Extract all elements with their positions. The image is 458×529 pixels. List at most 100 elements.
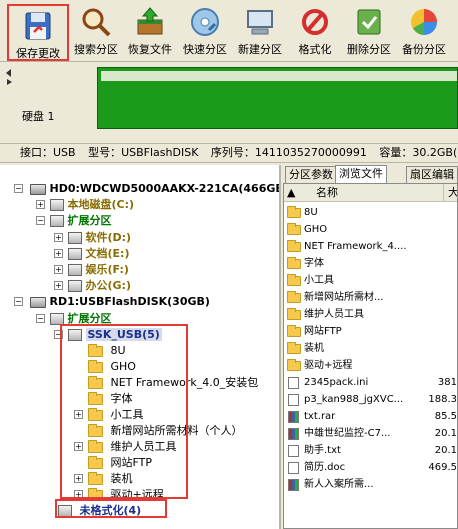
format-prohibit-icon [299, 6, 331, 38]
column-size[interactable]: 大 [443, 184, 457, 201]
tree-unformatted[interactable]: 未格式化(4) [58, 502, 141, 519]
file-row[interactable]: NET Framework_4.... [286, 238, 457, 255]
tab-browse-files[interactable]: 浏览文件 [335, 165, 387, 184]
file-name: p3_kan988_jgXVC... [304, 394, 404, 405]
expand-icon[interactable]: + [54, 281, 63, 290]
partition-icon [68, 248, 82, 260]
restore-box-icon [134, 6, 166, 38]
backup-partition-button[interactable]: 备份分区 [397, 2, 451, 60]
tree-folder[interactable]: + 小工具 [74, 406, 144, 423]
new-partition-button[interactable]: 新建分区 [233, 2, 287, 60]
tree-folder[interactable]: NET Framework_4.0_安装包 [88, 374, 258, 391]
folder-icon [88, 375, 103, 389]
tree-rd1[interactable]: − RD1:USBFlashDISK(30GB) [14, 293, 210, 310]
tree-g[interactable]: + 办公(G:) [54, 277, 131, 294]
file-row[interactable]: 网站FTP [286, 323, 457, 340]
file-row[interactable]: 简历.doc 469.5 [286, 459, 457, 476]
tree-extended-2[interactable]: − 扩展分区 [36, 310, 112, 327]
tree-ssk-usb[interactable]: − SSK_USB(5) [54, 326, 162, 343]
collapse-icon[interactable]: − [36, 314, 45, 323]
tree-local-c[interactable]: + 本地磁盘(C:) [36, 196, 135, 213]
folder-icon [287, 223, 301, 235]
file-row[interactable]: 新增网站所需材... [286, 289, 457, 306]
tree-folder[interactable]: 网站FTP [88, 454, 152, 471]
file-row[interactable]: GHO [286, 221, 457, 238]
file-row[interactable]: 字体 [286, 255, 457, 272]
hd0-label: HD0:WDCWD5000AAKX-221CA(466GB) [49, 182, 281, 195]
expand-icon[interactable]: + [54, 249, 63, 258]
tree-folder[interactable]: + 维护人员工具 [74, 438, 177, 455]
folder-icon [88, 439, 103, 453]
quick-partition-button[interactable]: 快速分区 [178, 2, 232, 60]
tree-hd0[interactable]: − HD0:WDCWD5000AAKX-221CA(466GB) [14, 180, 281, 197]
expand-icon[interactable]: + [74, 442, 83, 451]
g-label: 办公(G:) [85, 279, 131, 292]
file-size: 469.5 [428, 462, 457, 473]
column-name[interactable]: 名称 [316, 184, 338, 201]
unformatted-label: 未格式化(4) [79, 504, 142, 517]
local-c-label: 本地磁盘(C:) [67, 198, 135, 211]
tree-f[interactable]: + 娱乐(F:) [54, 261, 129, 278]
file-row[interactable]: 中雄世纪监控-C7... 20.1 [286, 425, 457, 442]
folder-icon [88, 487, 103, 501]
disk-info-line: 接口：USB 型号：USBFlashDISK 序列号：1411035270000… [0, 143, 458, 163]
file-icon [288, 377, 299, 389]
collapse-icon[interactable]: − [54, 330, 63, 339]
file-row[interactable]: 新人入案所需... [286, 476, 457, 493]
folder-label: 字体 [110, 392, 133, 405]
collapse-icon[interactable]: − [14, 297, 23, 306]
folder-icon [88, 471, 103, 485]
search-partition-button[interactable]: 搜索分区 [69, 2, 123, 60]
expand-icon[interactable]: + [74, 474, 83, 483]
tree-folder[interactable]: 新增网站所需材料（个人） [88, 422, 243, 439]
file-row[interactable]: 驱动+远程 [286, 357, 457, 374]
magnifier-icon [80, 6, 112, 38]
file-name: 网站FTP [304, 326, 342, 337]
tree-folder[interactable]: + 驱动+远程 [74, 486, 164, 503]
file-row[interactable]: 装机 [286, 340, 457, 357]
folder-icon [88, 391, 103, 405]
expand-icon[interactable]: + [74, 490, 83, 499]
format-label: 格式化 [298, 43, 332, 56]
tree-extended-1[interactable]: − 扩展分区 [36, 212, 112, 229]
tree-e[interactable]: + 文档(E:) [54, 245, 129, 262]
tree-d[interactable]: + 软件(D:) [54, 229, 132, 246]
save-changes-label: 保存更改 [16, 47, 60, 60]
new-partition-label: 新建分区 [238, 43, 282, 56]
tree-folder[interactable]: + 装机 [74, 470, 133, 487]
tab-sector-edit[interactable]: 扇区编辑 [406, 166, 458, 183]
folder-icon [287, 274, 301, 286]
file-row[interactable]: p3_kan988_jgXVC... 188.3 [286, 391, 457, 408]
file-row[interactable]: 小工具 [286, 272, 457, 289]
file-row[interactable]: 维护人员工具 [286, 306, 457, 323]
file-row[interactable]: 8U [286, 204, 457, 221]
collapse-icon[interactable]: − [14, 184, 23, 193]
tree-folder[interactable]: 字体 [88, 390, 133, 407]
disk-nav-arrows[interactable] [4, 67, 14, 87]
folder-label: NET Framework_4.0_安装包 [110, 376, 259, 389]
monitor-icon [244, 6, 276, 38]
tab-partition-params[interactable]: 分区参数 [285, 166, 337, 183]
file-name: 新人入案所需... [304, 479, 374, 490]
restore-files-button[interactable]: 恢复文件 [123, 2, 177, 60]
expand-icon[interactable]: + [74, 410, 83, 419]
folder-icon [287, 308, 301, 320]
expand-icon[interactable]: + [54, 265, 63, 274]
collapse-icon[interactable]: − [36, 216, 45, 225]
tree-folder[interactable]: GHO [88, 358, 136, 375]
d-label: 软件(D:) [85, 231, 132, 244]
file-size: 85.5 [434, 411, 457, 422]
tab-bar: 分区参数 浏览文件 扇区编辑 [283, 165, 458, 184]
folder-icon [287, 359, 301, 371]
expand-icon[interactable]: + [36, 200, 45, 209]
expand-icon[interactable]: + [54, 233, 63, 242]
file-row[interactable]: 2345pack.ini 381 [286, 374, 457, 391]
tree-folder[interactable]: 8U [88, 342, 126, 359]
disk-usage-bar[interactable] [97, 67, 458, 129]
file-row[interactable]: 助手.txt 20.1 [286, 442, 457, 459]
delete-partition-button[interactable]: 删除分区 [342, 2, 396, 60]
format-button[interactable]: 格式化 [292, 2, 338, 60]
folder-icon [287, 291, 301, 303]
save-changes-button[interactable]: 保存更改 [7, 4, 69, 61]
file-row[interactable]: txt.rar 85.5 [286, 408, 457, 425]
